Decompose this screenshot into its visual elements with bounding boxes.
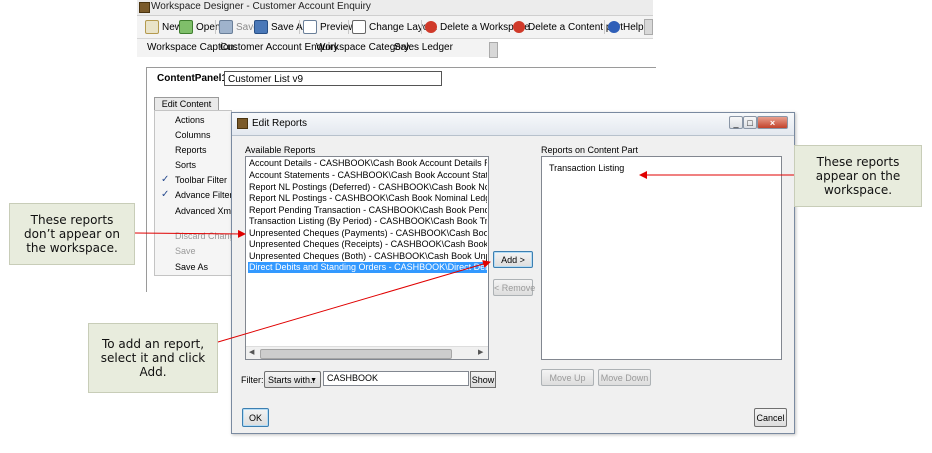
arrow-not-appear (134, 229, 246, 238)
arrow-add (217, 260, 491, 343)
callout-arrows (134, 171, 794, 343)
